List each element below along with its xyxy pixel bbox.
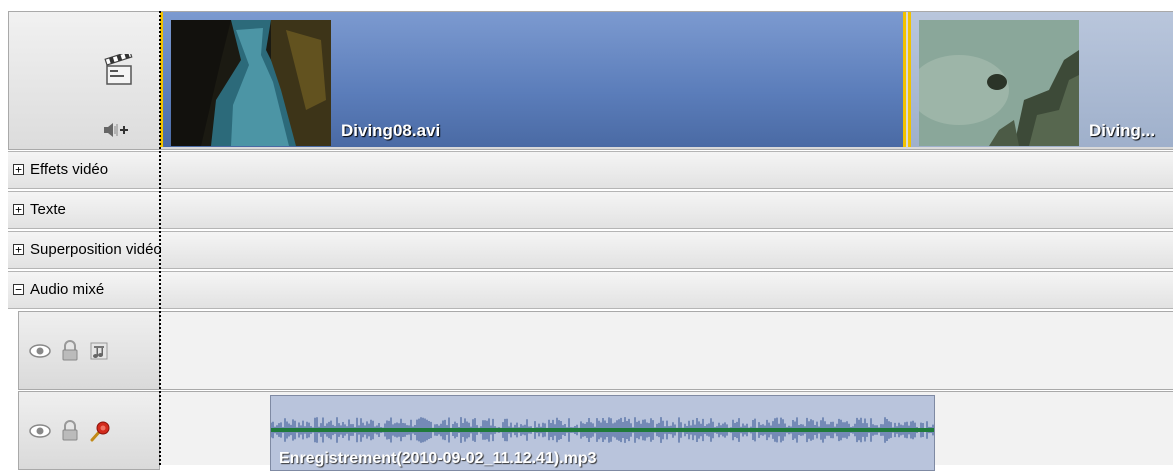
microphone-icon[interactable] xyxy=(89,420,111,442)
expand-icon[interactable]: + xyxy=(13,204,24,215)
eye-icon[interactable] xyxy=(29,340,51,362)
clapperboard-icon xyxy=(104,54,133,85)
video-clip[interactable]: Diving... xyxy=(908,12,1173,147)
voice-track-lane[interactable]: Enregistrement(2010-09-02_11.12.41).mp3 xyxy=(160,391,1173,471)
music-track-lane[interactable] xyxy=(160,311,1173,390)
section-label: Effets vidéo xyxy=(30,161,109,178)
section-label: Audio mixé xyxy=(30,281,105,298)
video-clip[interactable]: Diving08.avi xyxy=(160,12,906,147)
voice-track-header xyxy=(18,391,160,470)
expand-icon[interactable]: + xyxy=(13,244,24,255)
clip-thumbnail xyxy=(919,20,1079,146)
section-video-effects[interactable]: + Effets vidéo xyxy=(8,151,1173,189)
expand-icon[interactable]: + xyxy=(13,164,24,175)
clip-name: Enregistrement(2010-09-02_11.12.41).mp3 xyxy=(279,450,597,467)
video-track-header[interactable] xyxy=(8,11,161,150)
section-video-overlay[interactable]: + Superposition vidéo xyxy=(8,231,1173,269)
lock-icon[interactable] xyxy=(59,340,81,362)
section-label: Superposition vidéo xyxy=(30,241,162,258)
video-track-lane[interactable]: Diving08.avi Diving... xyxy=(160,11,1173,150)
section-text[interactable]: + Texte xyxy=(8,191,1173,229)
music-note-icon[interactable] xyxy=(89,340,111,362)
collapse-icon[interactable]: − xyxy=(13,284,24,295)
time-cursor[interactable] xyxy=(159,11,161,465)
section-label: Texte xyxy=(30,201,66,218)
eye-icon[interactable] xyxy=(29,420,51,442)
section-audio-mix[interactable]: − Audio mixé xyxy=(8,271,1173,309)
clip-thumbnail xyxy=(171,20,331,146)
lock-icon[interactable] xyxy=(59,420,81,442)
music-track-header xyxy=(18,311,160,390)
clip-name: Diving08.avi xyxy=(341,121,441,140)
audio-clip[interactable]: Enregistrement(2010-09-02_11.12.41).mp3 xyxy=(270,395,935,471)
speaker-add-icon[interactable] xyxy=(101,120,131,140)
clip-name: Diving... xyxy=(1089,121,1156,140)
